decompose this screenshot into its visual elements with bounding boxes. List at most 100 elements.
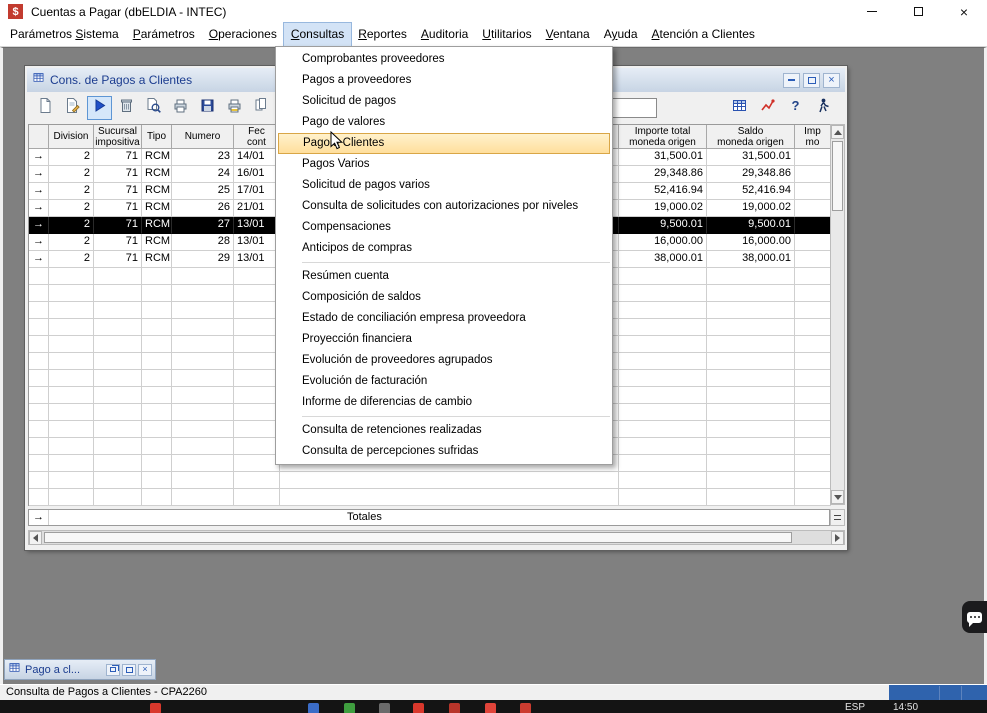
cell-fecha	[234, 387, 280, 404]
cell-saldo	[707, 438, 795, 455]
menu-item-pagos-a-proveedores[interactable]: Pagos a proveedores	[276, 70, 612, 91]
menu-item-informe-de-diferencias-de-cambio[interactable]: Informe de diferencias de cambio	[276, 392, 612, 413]
exit-button[interactable]	[811, 96, 836, 120]
vertical-scroll-thumb[interactable]	[832, 141, 843, 211]
menubar-item-reportes[interactable]: Reportes	[351, 23, 414, 46]
column-header-sucursal-impositiva[interactable]: Sucursal impositiva	[94, 125, 142, 149]
menubar-item-ayuda[interactable]: Ayuda	[597, 23, 645, 46]
cell-numero	[172, 387, 234, 404]
menu-item-pago-a-clientes[interactable]: Pago a Clientes	[278, 133, 610, 154]
menu-item-pagos-varios[interactable]: Pagos Varios	[276, 154, 612, 175]
delete-button[interactable]	[114, 96, 139, 120]
cell-fecha: 17/01	[234, 183, 280, 200]
copy-button[interactable]	[249, 96, 274, 120]
grid-view-button[interactable]	[727, 96, 752, 120]
edit-button[interactable]	[60, 96, 85, 120]
grid-row-empty[interactable]	[29, 489, 830, 506]
cell-imp	[795, 472, 831, 489]
arrow-left-icon	[33, 534, 38, 542]
close-button[interactable]: ×	[138, 664, 152, 676]
cell-division	[49, 268, 94, 285]
taskbar-language[interactable]: ESP	[845, 702, 865, 713]
maximize-button[interactable]	[122, 664, 136, 676]
chart-button[interactable]	[755, 96, 780, 120]
scroll-left-button[interactable]	[29, 531, 42, 545]
grid-row-empty[interactable]	[29, 472, 830, 489]
preview-button[interactable]	[141, 96, 166, 120]
window-minimize-button[interactable]	[849, 0, 895, 23]
column-header-division[interactable]: Division	[49, 125, 94, 149]
menu-item-proyeccion-financiera[interactable]: Proyección financiera	[276, 329, 612, 350]
cell-division: 2	[49, 166, 94, 183]
cell-importe	[619, 319, 707, 336]
menu-item-consulta-de-solicitudes-con-autorizaciones-por-niveles[interactable]: Consulta de solicitudes con autorizacion…	[276, 196, 612, 217]
taskbar-app-icon[interactable]	[308, 703, 319, 713]
menubar-item-parametros-sistema[interactable]: Parámetros Sistema	[3, 23, 126, 46]
menu-item-pago-de-valores[interactable]: Pago de valores	[276, 112, 612, 133]
menu-item-evolucion-de-facturacion[interactable]: Evolución de facturación	[276, 371, 612, 392]
child-close-button[interactable]: ×	[823, 73, 840, 88]
menubar-item-operaciones[interactable]: Operaciones	[202, 23, 284, 46]
restore-button[interactable]	[106, 664, 120, 676]
menubar-item-utilitarios[interactable]: Utilitarios	[475, 23, 538, 46]
overlay-chat-icon[interactable]	[962, 601, 987, 633]
column-header-numero[interactable]: Numero	[172, 125, 234, 149]
new-button[interactable]	[33, 96, 58, 120]
taskbar-app-icon[interactable]	[379, 703, 390, 713]
horizontal-scroll-thumb[interactable]	[44, 532, 792, 543]
menubar-item-consultas[interactable]: Consultas	[284, 23, 351, 46]
column-header-imp-mo[interactable]: Imp mo	[795, 125, 831, 149]
taskbar-app-icon[interactable]	[449, 703, 460, 713]
taskbar-app-icon[interactable]	[413, 703, 424, 713]
menu-item-comprobantes-proveedores[interactable]: Comprobantes proveedores	[276, 49, 612, 70]
window-close-button[interactable]: ×	[941, 0, 987, 23]
scroll-down-button[interactable]	[831, 490, 844, 504]
taskbar-app-icon[interactable]	[344, 703, 355, 713]
menubar-item-ventana[interactable]: Ventana	[539, 23, 597, 46]
taskbar-app-icon[interactable]	[485, 703, 496, 713]
menu-item-estado-de-conciliacion-empresa-proveedora[interactable]: Estado de conciliación empresa proveedor…	[276, 308, 612, 329]
menubar-item-auditoria[interactable]: Auditoria	[414, 23, 475, 46]
grid-vertical-scrollbar[interactable]	[830, 124, 845, 505]
child-maximize-button[interactable]	[803, 73, 820, 88]
taskbar-app-icon[interactable]	[150, 703, 161, 713]
minimized-window-pago-a-clientes[interactable]: Pago a cl... ×	[4, 659, 156, 680]
menubar-item-atencion-a-clientes[interactable]: Atención a Clientes	[645, 23, 762, 46]
print-button[interactable]	[168, 96, 193, 120]
column-header-fec-cont[interactable]: Fec cont	[234, 125, 280, 149]
cell-division	[49, 421, 94, 438]
column-header-tipo[interactable]: Tipo	[142, 125, 172, 149]
taskbar-clock[interactable]: 14:50	[893, 702, 918, 713]
scroll-right-button[interactable]	[831, 531, 844, 545]
taskbar-app-icon[interactable]	[520, 703, 531, 713]
grid-horizontal-scrollbar[interactable]	[28, 530, 845, 545]
print-color-button[interactable]	[222, 96, 247, 120]
menu-item-composicion-de-saldos[interactable]: Composición de saldos	[276, 287, 612, 308]
cell-numero	[172, 438, 234, 455]
menu-item-compensaciones[interactable]: Compensaciones	[276, 217, 612, 238]
cell-division: 2	[49, 251, 94, 268]
grid-summary-widget[interactable]	[830, 509, 845, 526]
menu-item-anticipos-de-compras[interactable]: Anticipos de compras	[276, 238, 612, 259]
status-panel	[889, 685, 987, 701]
column-header-importe-total-moneda-origen[interactable]: Importe total moneda origen	[619, 125, 707, 149]
menu-item-consulta-de-retenciones-realizadas[interactable]: Consulta de retenciones realizadas	[276, 420, 612, 441]
help-button[interactable]: ?	[783, 96, 808, 120]
child-minimize-button[interactable]	[783, 73, 800, 88]
menu-item-consulta-de-percepciones-sufridas[interactable]: Consulta de percepciones sufridas	[276, 441, 612, 462]
window-maximize-button[interactable]	[895, 0, 941, 23]
cell-tipo	[142, 404, 172, 421]
menubar-item-parametros[interactable]: Parámetros	[126, 23, 202, 46]
cell-division	[49, 455, 94, 472]
menu-item-solicitud-de-pagos[interactable]: Solicitud de pagos	[276, 91, 612, 112]
save-button[interactable]	[195, 96, 220, 120]
cell-numero	[172, 268, 234, 285]
run-button[interactable]	[87, 96, 112, 120]
column-header-saldo-moneda-origen[interactable]: Saldo moneda origen	[707, 125, 795, 149]
menu-item-resumen-cuenta[interactable]: Resúmen cuenta	[276, 266, 612, 287]
menu-item-solicitud-de-pagos-varios[interactable]: Solicitud de pagos varios	[276, 175, 612, 196]
cell-numero: 23	[172, 149, 234, 166]
scroll-up-button[interactable]	[831, 125, 844, 139]
menu-item-evolucion-de-proveedores-agrupados[interactable]: Evolución de proveedores agrupados	[276, 350, 612, 371]
cell-importe: 31,500.01	[619, 149, 707, 166]
